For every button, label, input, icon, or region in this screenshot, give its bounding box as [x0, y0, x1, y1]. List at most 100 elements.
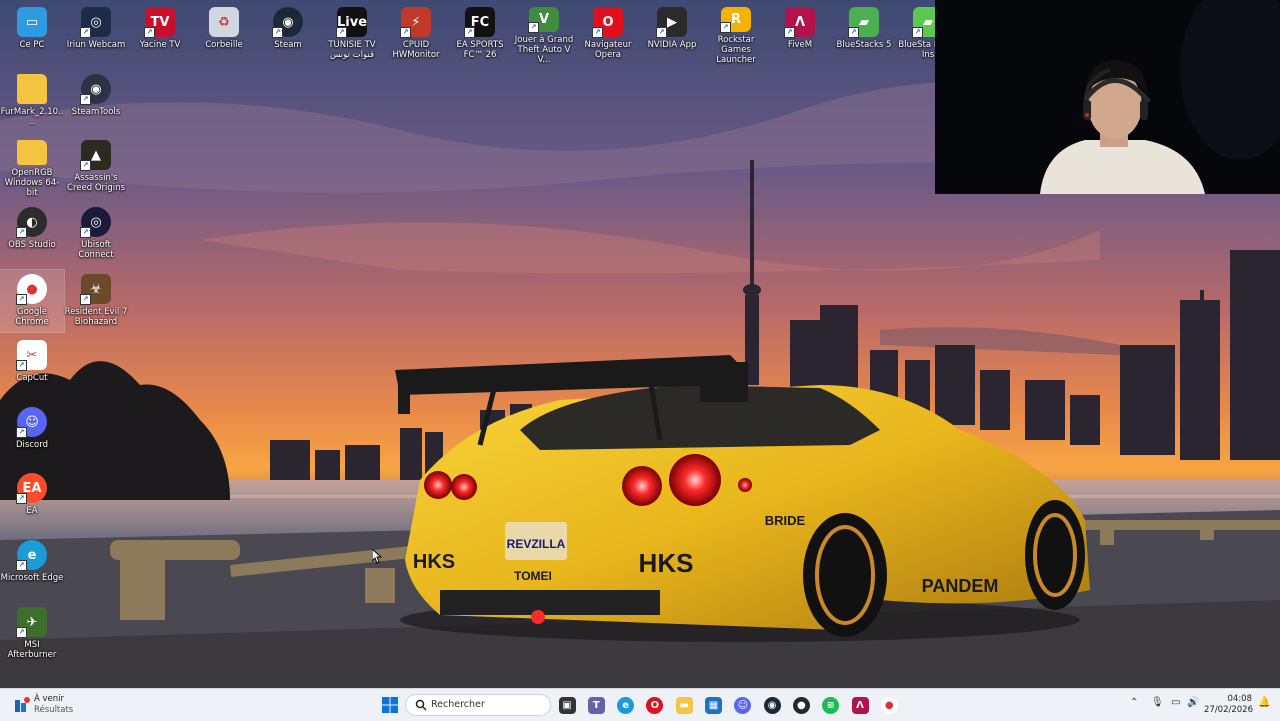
- volume-icon[interactable]: 🔊: [1187, 697, 1199, 708]
- shortcut-arrow-icon: ↗: [656, 27, 667, 38]
- github-icon: ●: [792, 696, 810, 714]
- taskbar-app-button[interactable]: ≋: [821, 695, 841, 715]
- shortcut-arrow-icon: ↗: [784, 27, 795, 38]
- taskbar-app-button[interactable]: ▦: [704, 695, 724, 715]
- desktop-icon-label: MSI Afterburner: [7, 640, 57, 660]
- desktop-icon[interactable]: ✈ ↗ MSI Afterburner: [0, 603, 64, 665]
- decal-pandem: PANDEM: [922, 576, 999, 596]
- taskbar-app-button[interactable]: T: [586, 695, 606, 715]
- hwmonitor-icon: ⚡ ↗: [400, 7, 431, 38]
- shortcut-arrow-icon: ↗: [80, 27, 91, 38]
- shortcut-arrow-icon: ↗: [464, 27, 475, 38]
- desktop-icon-label: Navigateur Opera: [584, 40, 632, 60]
- taskbar-app-button[interactable]: ◉: [762, 695, 782, 715]
- desktop-icon[interactable]: ☣ ↗ Resident Evil 7 Biohazard: [64, 270, 128, 332]
- desktop-icon-label: Ubisoft Connect: [78, 240, 114, 260]
- shortcut-arrow-icon: ↗: [80, 94, 91, 105]
- desktop-icon[interactable]: Live ↗ TUNISIE TV قنوات تونس: [320, 3, 384, 65]
- weather-subtitle: Résultats: [34, 705, 74, 715]
- edge-icon: e ↗: [16, 540, 47, 571]
- desktop-icon-label: Resident Evil 7 Biohazard: [64, 307, 128, 327]
- desktop-icon[interactable]: EA ↗ EA: [0, 469, 64, 531]
- desktop-icon-label: Steam: [274, 40, 302, 50]
- license-plate: REVZILLA: [507, 537, 566, 551]
- taskbar-app-button[interactable]: ☺: [733, 695, 753, 715]
- search-placeholder: Rechercher: [431, 699, 485, 710]
- desktop-icon[interactable]: V ↗ Jouer à Grand Theft Auto V V...: [512, 3, 576, 65]
- capcut-icon: ✂ ↗: [16, 340, 47, 371]
- desktop-icon[interactable]: ◉ ↗ Steam: [256, 3, 320, 65]
- desktop-icon-label: Discord: [16, 440, 48, 450]
- nvidia-icon: ▶ ↗: [656, 7, 687, 38]
- desktop-icon[interactable]: O ↗ Navigateur Opera: [576, 3, 640, 65]
- taskbar-app-button[interactable]: ●: [879, 695, 899, 715]
- desktop-icon[interactable]: R ↗ Rockstar Games Launcher: [704, 3, 768, 65]
- fc26-icon: FC ↗: [464, 7, 495, 38]
- desktop-icon-label: FiveM: [787, 40, 813, 50]
- taskbar-app-button[interactable]: e: [616, 695, 636, 715]
- bluestacks-icon: ▰ ↗: [848, 7, 879, 38]
- clock[interactable]: 04:08 27/02/2026: [1204, 694, 1253, 716]
- shortcut-arrow-icon: ↗: [16, 627, 27, 638]
- desktop-icon[interactable]: ✂ ↗ CapCut: [0, 336, 64, 398]
- desktop-icon[interactable]: ▲ ↗ Assassin's Creed Origins: [64, 136, 128, 198]
- store-icon: ▦: [705, 696, 722, 714]
- network-icon[interactable]: ▭: [1171, 697, 1180, 708]
- desktop-icon[interactable]: ♻ Corbeille: [192, 3, 256, 65]
- microphone-icon[interactable]: 🎙: [1151, 697, 1164, 708]
- weather-title: À venir: [34, 694, 65, 704]
- taskbar-app-button[interactable]: Λ: [850, 695, 870, 715]
- edge-icon: e: [617, 696, 635, 714]
- taskbar-app-button[interactable]: ●: [791, 695, 811, 715]
- desktop-icon-label: NVIDIA App: [647, 40, 697, 50]
- desktop-icon-label: Assassin's Creed Origins: [67, 173, 125, 193]
- steamtools-icon: ◉ ↗: [80, 74, 111, 105]
- shortcut-arrow-icon: ↗: [720, 22, 731, 33]
- taskbar-app-button[interactable]: ▬: [674, 695, 694, 715]
- re7-icon: ☣ ↗: [80, 274, 111, 305]
- desktop-icon[interactable]: ⚡ ↗ CPUID HWMonitor: [384, 3, 448, 65]
- desktop-icon-label: Yacine TV: [139, 40, 181, 50]
- rockstar-icon: R ↗: [720, 7, 751, 33]
- shortcut-arrow-icon: ↗: [16, 560, 27, 571]
- desktop-icon[interactable]: ▭ Ce PC: [0, 3, 64, 65]
- ubisoft-icon: ◎ ↗: [80, 207, 111, 238]
- mouse-cursor: [372, 549, 382, 564]
- desktop-icon[interactable]: ◉ ↗ SteamTools: [64, 70, 128, 132]
- teams-icon: T: [587, 696, 605, 714]
- desktop-icon[interactable]: ◐ ↗ OBS Studio: [0, 203, 64, 265]
- desktop-icon-label: SteamTools: [71, 107, 121, 117]
- opera-icon: O: [646, 696, 664, 714]
- desktop-icon[interactable]: FurMark_2.10....: [0, 70, 64, 132]
- search-icon: [415, 699, 427, 711]
- shortcut-arrow-icon: ↗: [848, 27, 859, 38]
- desktop-icon-label: FurMark_2.10....: [0, 107, 64, 127]
- start-button[interactable]: [380, 695, 400, 715]
- desktop-icon[interactable]: FC ↗ EA SPORTS FC™ 26: [448, 3, 512, 65]
- desktop-icon[interactable]: TV ↗ Yacine TV: [128, 3, 192, 65]
- desktop-icon[interactable]: ● ↗ Google Chrome: [0, 269, 65, 333]
- desktop-icon-label: Google Chrome: [15, 307, 49, 327]
- weather-widget[interactable]: À venir Résultats: [12, 693, 92, 717]
- taskbar-app-button[interactable]: O: [645, 695, 665, 715]
- desktop-icon[interactable]: ◎ ↗ Iriun Webcam: [64, 3, 128, 65]
- chevron-up-icon[interactable]: ⌃: [1130, 697, 1138, 708]
- search-input[interactable]: Rechercher: [405, 694, 551, 716]
- desktop-icon-label: CapCut: [16, 373, 48, 383]
- notification-icon[interactable]: 🔔: [1258, 697, 1270, 708]
- taskbar-app-button[interactable]: ▣: [557, 695, 577, 715]
- desktop-icon-label: Ce PC: [19, 40, 45, 50]
- desktop-icon[interactable]: OpenRGB Windows 64-bit: [0, 136, 64, 198]
- desktop-icon[interactable]: ☺ ↗ Discord: [0, 403, 64, 465]
- desktop-icon[interactable]: ◎ ↗ Ubisoft Connect: [64, 203, 128, 265]
- ea-icon: EA ↗: [16, 473, 47, 504]
- webcam-overlay: [935, 0, 1280, 194]
- shortcut-arrow-icon: ↗: [16, 360, 27, 371]
- desktop-icon-label: Iriun Webcam: [66, 40, 126, 50]
- shortcut-arrow-icon: ↗: [528, 22, 539, 33]
- desktop-icon[interactable]: e ↗ Microsoft Edge: [0, 536, 64, 598]
- desktop-icon[interactable]: ▰ ↗ BlueStacks 5: [832, 3, 896, 65]
- desktop-icon[interactable]: Λ ↗ FiveM: [768, 3, 832, 65]
- steam-icon: ◉: [763, 696, 781, 714]
- desktop-icon[interactable]: ▶ ↗ NVIDIA App: [640, 3, 704, 65]
